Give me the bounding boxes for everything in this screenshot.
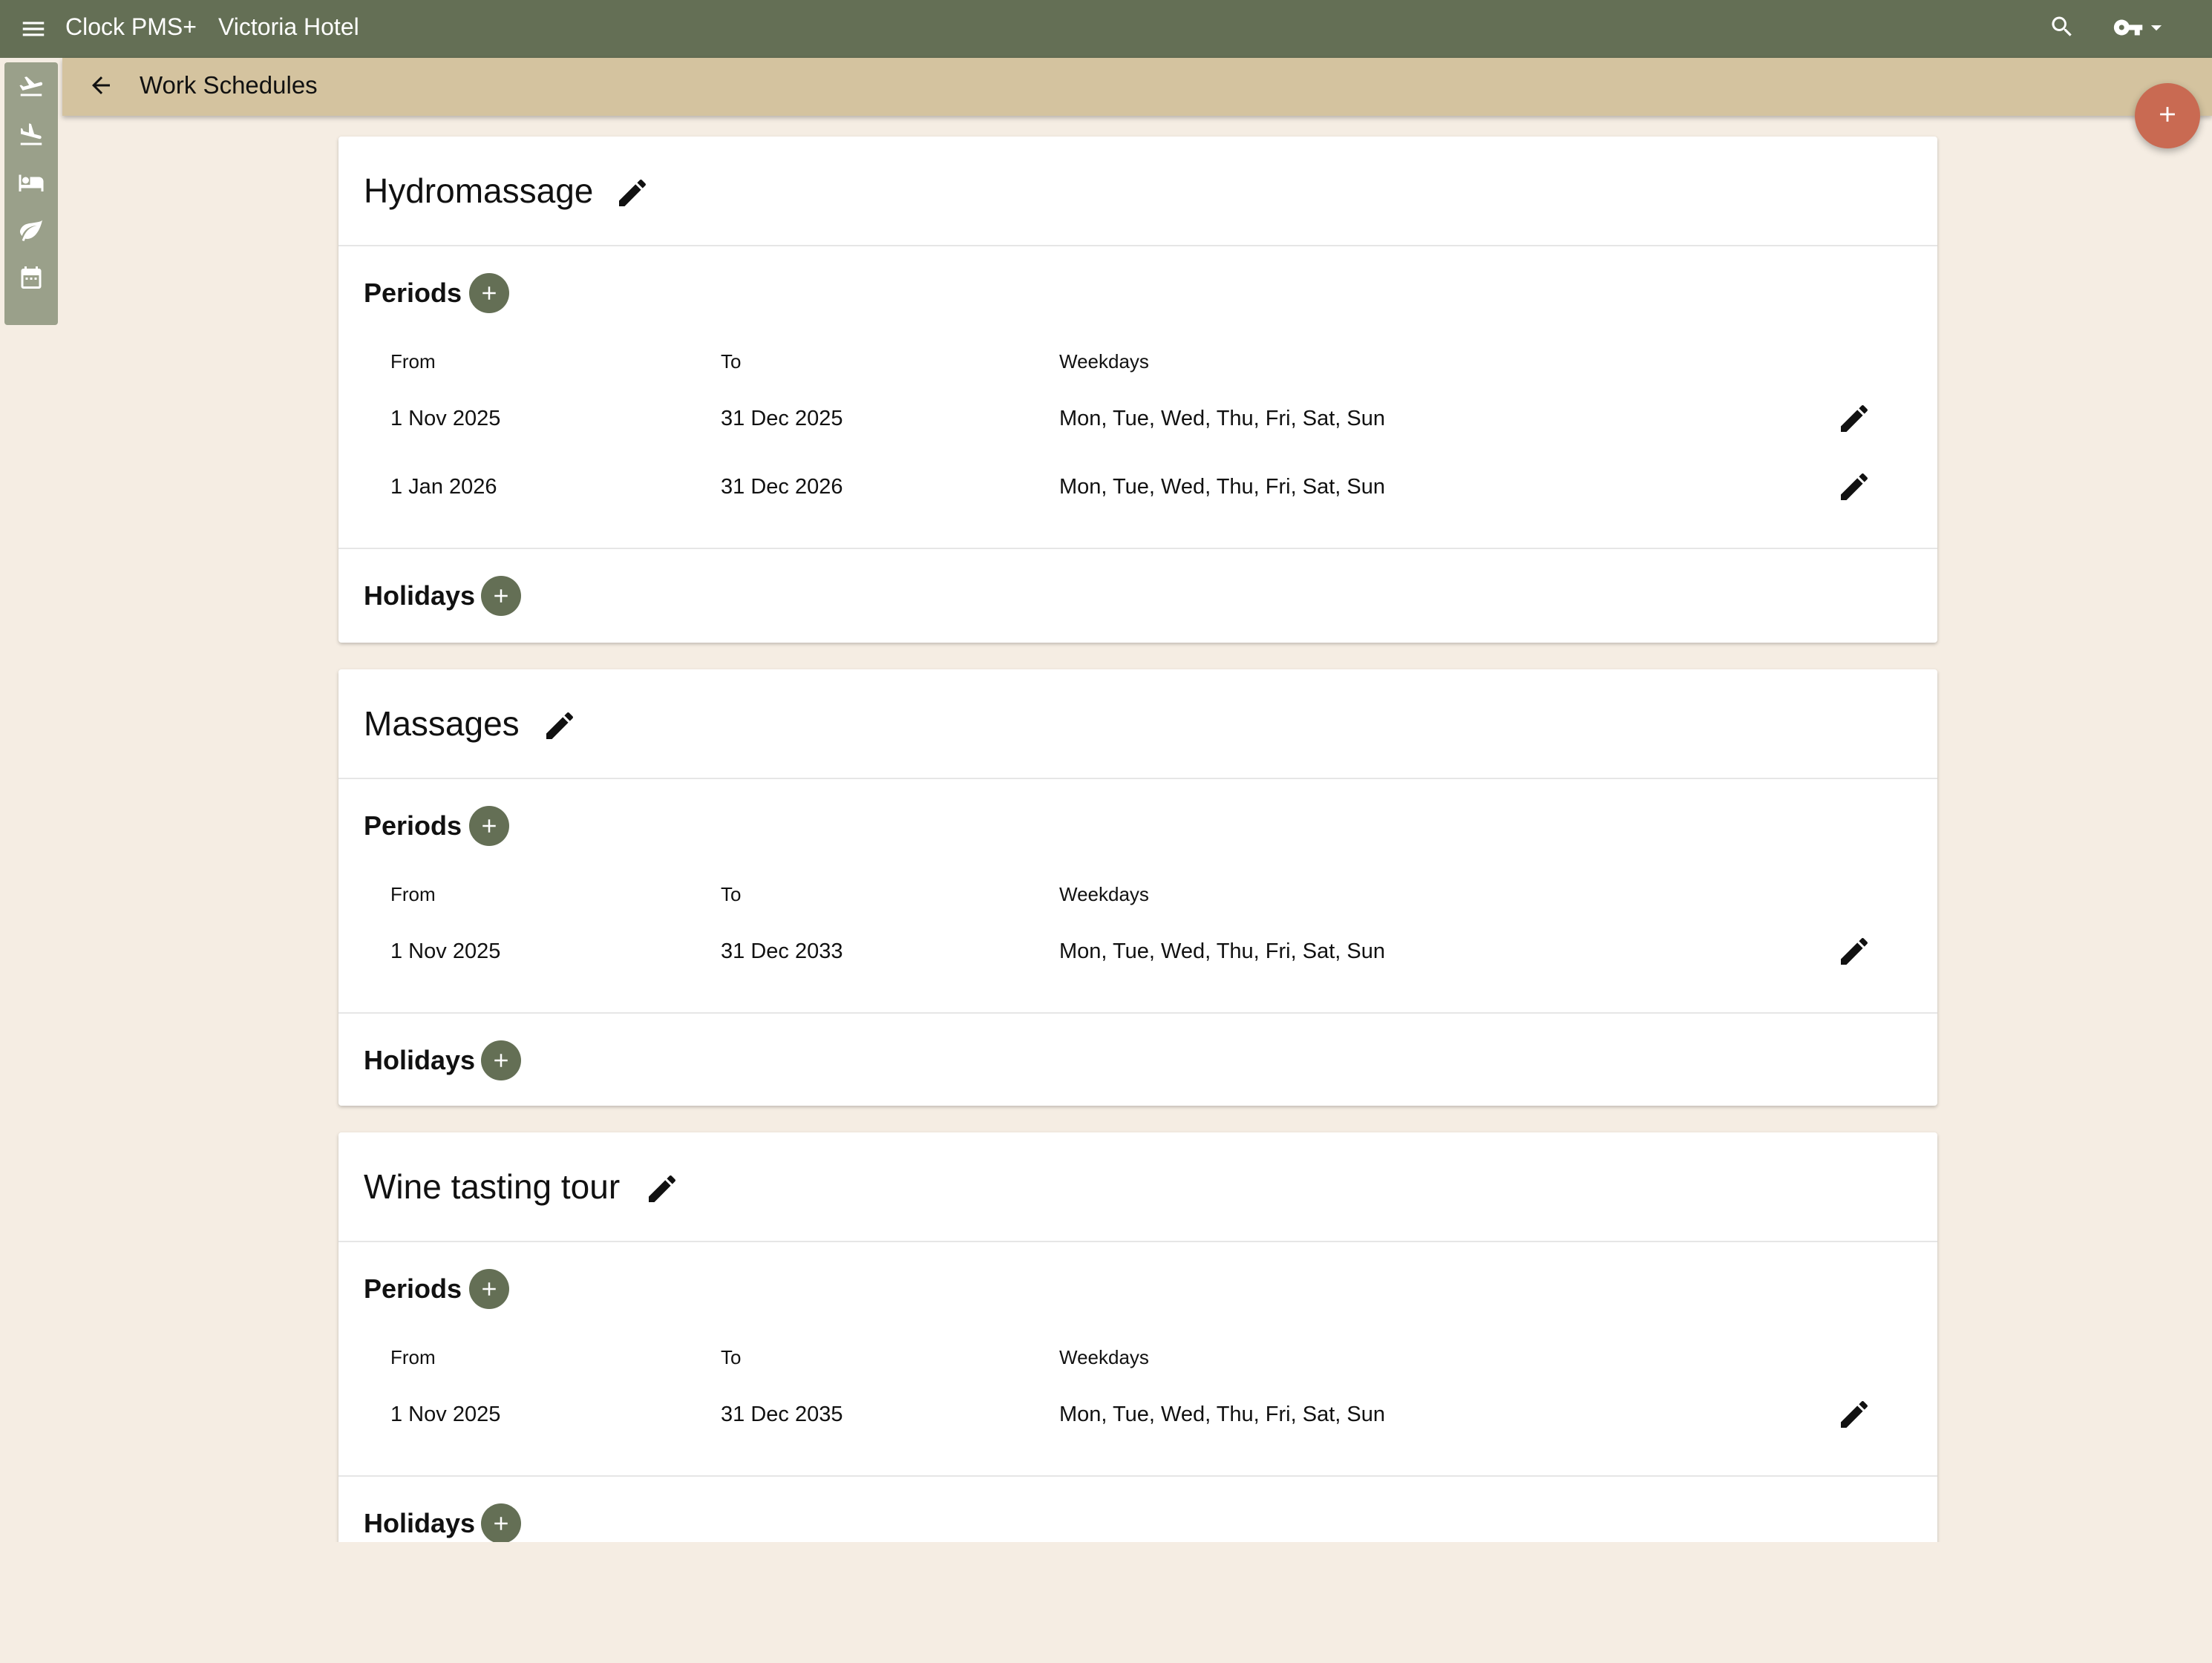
add-period-button[interactable]	[469, 1269, 509, 1309]
period-from: 1 Nov 2025	[390, 1403, 501, 1426]
page-title: Work Schedules	[140, 71, 318, 99]
column-header-from: From	[390, 1346, 436, 1368]
holidays-section: Holidays	[338, 1014, 1937, 1106]
period-weekdays: Mon, Tue, Wed, Thu, Fri, Sat, Sun	[1059, 1403, 1385, 1426]
schedule-name: Massages	[364, 704, 520, 743]
column-header-from: From	[390, 350, 436, 373]
column-header-to: To	[721, 883, 742, 905]
periods-heading: Periods	[364, 1273, 462, 1304]
period-from: 1 Nov 2025	[390, 939, 501, 963]
search-icon[interactable]	[2049, 13, 2080, 45]
holidays-heading: Holidays	[364, 580, 476, 611]
schedule-card: Hydromassage Periods From To Weekdays 1 …	[338, 137, 1937, 643]
schedule-name: Hydromassage	[364, 171, 594, 210]
schedule-card: Wine tasting tour Periods From To Weekda…	[338, 1132, 1937, 1542]
period-from: 1 Nov 2025	[390, 407, 501, 430]
key-icon	[2113, 12, 2144, 47]
menu-icon[interactable]	[19, 15, 48, 43]
period-to: 31 Dec 2026	[721, 475, 843, 499]
add-holiday-button[interactable]	[481, 1503, 521, 1542]
column-header-to: To	[721, 350, 742, 373]
period-to: 31 Dec 2035	[721, 1403, 843, 1426]
edit-schedule-name-icon[interactable]	[615, 175, 650, 211]
edit-schedule-name-icon[interactable]	[542, 708, 577, 744]
add-period-button[interactable]	[469, 806, 509, 846]
period-to: 31 Dec 2025	[721, 407, 843, 430]
periods-section: Periods From To Weekdays 1 Nov 2025 31 D…	[338, 779, 1937, 1014]
period-weekdays: Mon, Tue, Wed, Thu, Fri, Sat, Sun	[1059, 407, 1385, 430]
arrow-back-icon[interactable]	[88, 72, 117, 102]
content-area: Hydromassage Periods From To Weekdays 1 …	[0, 116, 2212, 1542]
flight-takeoff-icon[interactable]	[18, 73, 45, 99]
periods-section: Periods From To Weekdays 1 Nov 2025 31 D…	[338, 246, 1937, 549]
edit-schedule-name-icon[interactable]	[644, 1171, 680, 1207]
holidays-heading: Holidays	[364, 1045, 476, 1075]
periods-heading: Periods	[364, 278, 462, 308]
user-menu-button[interactable]	[2113, 13, 2172, 45]
edit-period-icon[interactable]	[1836, 934, 1872, 969]
edit-period-icon[interactable]	[1836, 1397, 1872, 1432]
arrow-drop-down-icon	[2144, 15, 2169, 44]
page-header: Work Schedules	[62, 58, 2212, 116]
period-from: 1 Jan 2026	[390, 475, 497, 499]
top-app-bar: Clock PMS+ Victoria Hotel	[0, 0, 2212, 58]
edit-period-icon[interactable]	[1836, 469, 1872, 505]
page-background-footer	[0, 1542, 2212, 1663]
holidays-section: Holidays	[338, 1477, 1937, 1542]
add-holiday-button[interactable]	[481, 576, 521, 616]
holidays-heading: Holidays	[364, 1508, 476, 1538]
add-period-button[interactable]	[469, 273, 509, 313]
periods-section: Periods From To Weekdays 1 Nov 2025 31 D…	[338, 1242, 1937, 1477]
schedule-card: Massages Periods From To Weekdays 1 Nov …	[338, 669, 1937, 1106]
period-to: 31 Dec 2033	[721, 939, 843, 963]
period-weekdays: Mon, Tue, Wed, Thu, Fri, Sat, Sun	[1059, 939, 1385, 963]
add-holiday-button[interactable]	[481, 1040, 521, 1080]
periods-heading: Periods	[364, 810, 462, 841]
column-header-weekdays: Weekdays	[1059, 1346, 1149, 1368]
schedule-name: Wine tasting tour	[364, 1167, 621, 1206]
app-brand: Clock PMS+	[65, 13, 197, 40]
hotel-name[interactable]: Victoria Hotel	[218, 13, 359, 41]
column-header-weekdays: Weekdays	[1059, 883, 1149, 905]
column-header-from: From	[390, 883, 436, 905]
holidays-section: Holidays	[338, 549, 1937, 641]
period-weekdays: Mon, Tue, Wed, Thu, Fri, Sat, Sun	[1059, 475, 1385, 499]
column-header-weekdays: Weekdays	[1059, 350, 1149, 373]
edit-period-icon[interactable]	[1836, 401, 1872, 436]
column-header-to: To	[721, 1346, 742, 1368]
